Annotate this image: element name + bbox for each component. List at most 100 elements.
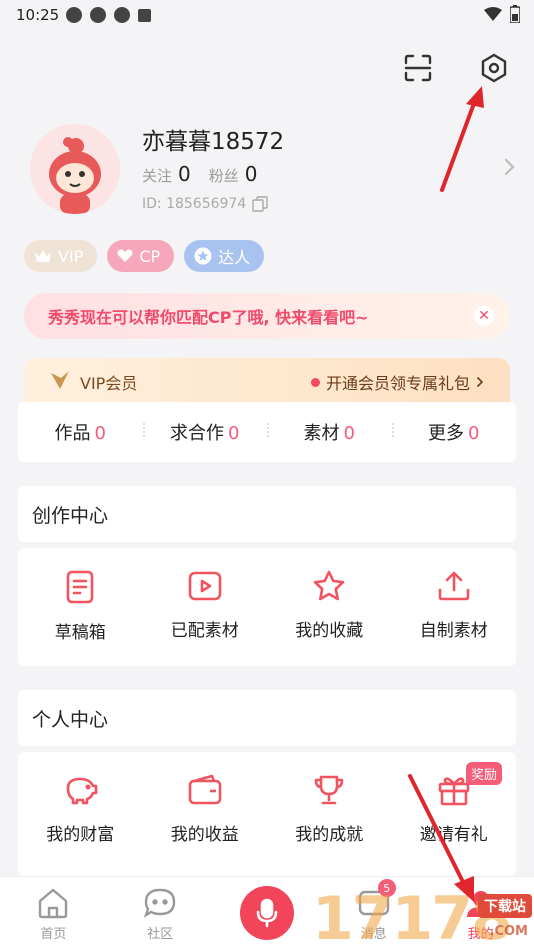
profile-header[interactable]: 亦暮暮18572 关注 0 粉丝 0 ID: 185656974 — [0, 110, 534, 230]
daren-badge[interactable]: 达人 — [184, 240, 265, 272]
star-badge-icon — [194, 247, 212, 265]
nav-home[interactable]: 首页 — [0, 877, 107, 950]
cp-badge[interactable]: CP — [107, 240, 175, 272]
invite-entry[interactable]: 奖励 邀请有礼 — [392, 752, 517, 876]
badge-row: VIP CP 达人 — [24, 240, 265, 272]
draft-icon — [66, 570, 94, 604]
nav-profile[interactable]: 我的 — [427, 877, 534, 950]
vip-promo-text: 开通会员领专属礼包 — [325, 374, 470, 393]
upload-icon — [438, 571, 470, 601]
achievements-label: 我的成就 — [295, 825, 364, 845]
red-dot-icon — [310, 377, 320, 387]
tab-more[interactable]: 更多 0 — [391, 419, 517, 445]
invite-label: 邀请有礼 — [419, 825, 488, 845]
tab-label: 作品 — [54, 423, 91, 444]
wallet-icon — [188, 774, 222, 805]
vip-member-bar[interactable]: VIP会员 开通会员领专属礼包 — [24, 358, 510, 402]
daren-badge-label: 达人 — [218, 248, 251, 267]
notification-icon — [114, 7, 130, 23]
favorites-label: 我的收藏 — [295, 621, 364, 641]
fans-label: 粉丝 — [208, 167, 239, 185]
tab-collab[interactable]: 求合作 0 — [142, 419, 268, 445]
follow-label: 关注 — [142, 167, 173, 185]
home-icon — [39, 888, 68, 919]
own-materials-entry[interactable]: 自制素材 — [392, 548, 517, 666]
personal-center-title: 个人中心 — [18, 690, 516, 746]
trophy-icon — [314, 775, 344, 805]
chevron-right-icon[interactable] — [504, 158, 516, 176]
wealth-label: 我的财富 — [46, 825, 115, 845]
tab-label: 更多 — [428, 423, 465, 444]
creation-center-grid: 草稿箱 已配素材 我的收藏 自制素材 — [18, 548, 516, 666]
avatar[interactable] — [30, 124, 120, 214]
piggy-bank-icon — [66, 777, 98, 805]
earnings-entry[interactable]: 我的收益 — [143, 752, 268, 876]
copy-icon[interactable] — [252, 196, 268, 212]
nav-profile-label: 我的 — [467, 927, 494, 942]
community-icon — [144, 888, 176, 918]
vip-promo[interactable]: 开通会员领专属礼包 — [310, 370, 484, 394]
status-bar: 10:25 — [0, 0, 534, 30]
video-icon — [188, 571, 222, 601]
matched-materials-label: 已配素材 — [170, 621, 239, 641]
battery-icon — [510, 5, 520, 23]
vip-badge[interactable]: VIP — [24, 240, 98, 272]
drafts-label: 草稿箱 — [54, 623, 106, 643]
monkey-mascot-icon — [30, 124, 120, 214]
tab-count: 0 — [94, 423, 106, 444]
settings-button[interactable] — [476, 50, 512, 86]
nav-messages[interactable]: 5 消息 — [320, 877, 427, 950]
fans-count[interactable]: 0 — [245, 162, 258, 186]
vip-badge-label: VIP — [58, 246, 84, 266]
profile-icon — [466, 891, 495, 917]
cp-badge-label: CP — [139, 246, 161, 266]
achievements-entry[interactable]: 我的成就 — [267, 752, 392, 876]
crown-icon — [35, 250, 51, 262]
nav-messages-label: 消息 — [360, 927, 387, 942]
star-icon — [313, 570, 345, 601]
nav-community-label: 社区 — [147, 927, 174, 942]
message-badge: 5 — [377, 879, 396, 897]
favorites-entry[interactable]: 我的收藏 — [267, 548, 392, 666]
cp-match-notice[interactable]: 秀秀现在可以帮你匹配CP了哦, 快来看看吧~ ✕ — [24, 293, 510, 339]
settings-hexagon-icon — [481, 53, 507, 83]
personal-center-grid: 我的财富 我的收益 我的成就 奖励 邀请有礼 — [18, 752, 516, 876]
tab-label: 素材 — [303, 423, 340, 444]
nav-home-label: 首页 — [40, 927, 67, 942]
record-mic-button[interactable] — [240, 886, 294, 940]
status-system-icons — [484, 5, 520, 23]
chevron-right-icon — [476, 376, 484, 388]
status-time: 10:25 — [16, 6, 60, 24]
drafts-entry[interactable]: 草稿箱 — [18, 548, 143, 666]
notification-icon — [90, 7, 106, 23]
nav-community[interactable]: 社区 — [107, 877, 214, 950]
matched-materials-entry[interactable]: 已配素材 — [143, 548, 268, 666]
follow-count[interactable]: 0 — [178, 162, 191, 186]
status-notification-icons — [66, 7, 151, 23]
scan-button[interactable] — [400, 50, 436, 86]
notice-text: 秀秀现在可以帮你匹配CP了哦, 快来看看吧~ — [48, 308, 369, 327]
close-icon[interactable]: ✕ — [474, 306, 494, 326]
username: 亦暮暮18572 — [142, 129, 285, 155]
tab-works[interactable]: 作品 0 — [18, 419, 143, 445]
earnings-label: 我的收益 — [170, 825, 239, 845]
tab-label: 求合作 — [170, 423, 225, 444]
user-id-text: ID: 185656974 — [142, 196, 247, 212]
wealth-entry[interactable]: 我的财富 — [18, 752, 143, 876]
creation-center-title: 创作中心 — [18, 486, 516, 542]
reward-tag: 奖励 — [465, 762, 502, 785]
own-materials-label: 自制素材 — [419, 621, 488, 641]
vip-member-label: VIP会员 — [80, 374, 138, 393]
mic-icon — [256, 898, 278, 928]
profile-stats: 关注 0 粉丝 0 — [142, 162, 270, 186]
notification-icon — [138, 9, 151, 22]
scan-icon — [404, 54, 432, 82]
tab-count: 0 — [228, 423, 240, 444]
user-id: ID: 185656974 — [142, 196, 268, 212]
wifi-icon — [484, 7, 502, 21]
content-tabs: 作品 0 求合作 0 素材 0 更多 0 — [18, 402, 516, 462]
tab-count: 0 — [343, 423, 355, 444]
notification-icon — [66, 7, 82, 23]
tab-count: 0 — [468, 423, 480, 444]
tab-materials[interactable]: 素材 0 — [267, 419, 392, 445]
